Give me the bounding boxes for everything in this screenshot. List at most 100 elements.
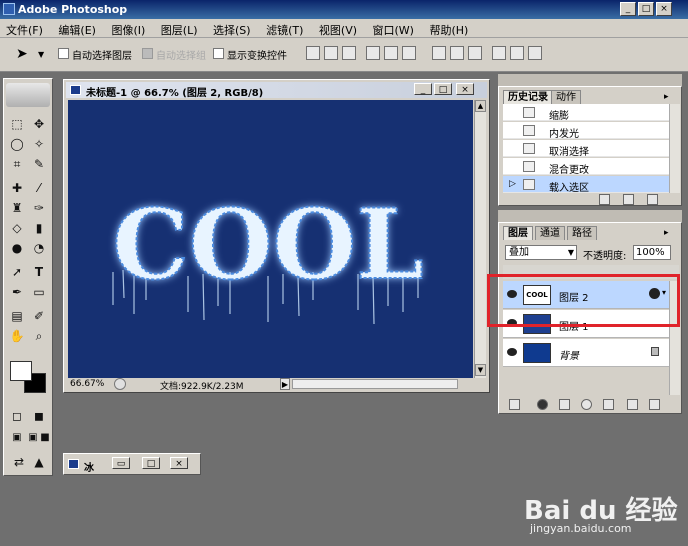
image-canvas[interactable]: COOL COOL	[68, 100, 473, 378]
layer-mask-icon[interactable]	[559, 399, 570, 410]
history-item[interactable]: 内发光	[503, 122, 669, 140]
history-item[interactable]: 缩膨	[503, 104, 669, 122]
new-group-icon[interactable]	[603, 399, 614, 410]
distribute-vcenter-icon[interactable]	[450, 46, 464, 60]
history-delete-icon[interactable]	[647, 194, 658, 205]
show-transform-checkbox[interactable]	[213, 48, 224, 59]
align-bottom-icon[interactable]	[342, 46, 356, 60]
align-hcenter-icon[interactable]	[384, 46, 398, 60]
history-snapshot-icon[interactable]	[599, 194, 610, 205]
scroll-down-icon[interactable]: ▼	[475, 364, 486, 376]
healing-brush-tool-icon[interactable]: ✚	[8, 179, 26, 197]
status-menu-icon[interactable]	[114, 378, 126, 390]
tab-actions[interactable]: 动作	[551, 90, 581, 104]
new-layer-icon[interactable]	[627, 399, 638, 410]
blend-mode-select[interactable]: 叠加 ▼	[505, 245, 577, 260]
doc-close-button[interactable]: ×	[456, 83, 474, 95]
history-menu-icon[interactable]: ▸	[664, 92, 669, 102]
auto-select-group-checkbox[interactable]	[142, 48, 153, 59]
eyedropper-tool-icon[interactable]: ✐	[30, 307, 48, 325]
menu-edit[interactable]: 编辑(E)	[52, 19, 102, 38]
zoom-level[interactable]: 66.67%	[70, 379, 104, 389]
jump-to-imageready-icon[interactable]: ⇄	[10, 453, 28, 471]
status-arrow-icon[interactable]: ▶	[280, 378, 290, 390]
tab-channels[interactable]: 通道	[535, 226, 565, 240]
delete-layer-icon[interactable]	[649, 399, 660, 410]
lasso-tool-icon[interactable]: ◯	[8, 135, 26, 153]
layers-menu-icon[interactable]: ▸	[664, 228, 669, 238]
crop-tool-icon[interactable]: ⌗	[8, 155, 26, 173]
hand-tool-icon[interactable]: ✋	[8, 327, 26, 345]
minimized-document[interactable]: 冰 ▭ □ ×	[63, 453, 201, 475]
gradient-tool-icon[interactable]: ▮	[30, 219, 48, 237]
tab-layers[interactable]: 图层	[503, 226, 533, 240]
link-layers-icon[interactable]	[509, 399, 520, 410]
zoom-tool-icon[interactable]: ⌕	[30, 327, 48, 345]
opacity-input[interactable]: 100%	[633, 245, 671, 260]
distribute-bottom-icon[interactable]	[468, 46, 482, 60]
history-item[interactable]: 取消选择	[503, 140, 669, 158]
menu-view[interactable]: 视图(V)	[313, 19, 363, 38]
maximize-button[interactable]: □	[142, 457, 160, 469]
shape-tool-icon[interactable]: ▭	[30, 283, 48, 301]
move-tool-icon[interactable]: ✥	[30, 115, 48, 133]
brush-tool-icon[interactable]: ⁄	[30, 179, 48, 197]
history-new-doc-icon[interactable]	[623, 194, 634, 205]
maximize-button[interactable]: □	[638, 2, 654, 16]
magic-wand-tool-icon[interactable]: ✧	[30, 135, 48, 153]
screen-mode-black-icon[interactable]: ■	[36, 429, 54, 447]
layer-row[interactable]: 背景	[503, 339, 669, 367]
clone-stamp-tool-icon[interactable]: ♜	[8, 199, 26, 217]
scroll-up-icon[interactable]: ▲	[475, 100, 486, 112]
type-tool-icon[interactable]: T	[30, 263, 48, 281]
history-item[interactable]: 混合更改	[503, 158, 669, 176]
distribute-top-icon[interactable]	[432, 46, 446, 60]
distribute-left-icon[interactable]	[492, 46, 506, 60]
document-title-bar[interactable]: 未标题-1 @ 66.7% (图层 2, RGB/8) _ □ ×	[66, 82, 487, 99]
auto-select-layer-checkbox[interactable]	[58, 48, 69, 59]
restore-button[interactable]: ▭	[112, 457, 130, 469]
tab-paths[interactable]: 路径	[567, 226, 597, 240]
doc-minimize-button[interactable]: _	[414, 83, 432, 95]
menu-filter[interactable]: 滤镜(T)	[260, 19, 309, 38]
eraser-tool-icon[interactable]: ◇	[8, 219, 26, 237]
eye-icon[interactable]	[507, 348, 517, 356]
menu-image[interactable]: 图像(I)	[105, 19, 151, 38]
menu-layer[interactable]: 图层(L)	[155, 19, 204, 38]
align-left-icon[interactable]	[366, 46, 380, 60]
notes-tool-icon[interactable]: ▤	[8, 307, 26, 325]
dodge-tool-icon[interactable]: ◔	[30, 239, 48, 257]
vertical-scrollbar[interactable]: ▲ ▼	[474, 100, 486, 378]
close-button[interactable]: ×	[656, 2, 672, 16]
minimize-button[interactable]: _	[620, 2, 636, 16]
distribute-hcenter-icon[interactable]	[510, 46, 524, 60]
history-scrollbar[interactable]	[669, 104, 680, 193]
horizontal-scrollbar[interactable]	[292, 379, 458, 389]
layer-style-icon[interactable]	[537, 399, 548, 410]
menu-select[interactable]: 选择(S)	[207, 19, 257, 38]
align-vcenter-icon[interactable]	[324, 46, 338, 60]
blur-tool-icon[interactable]: ●	[8, 239, 26, 257]
doc-maximize-button[interactable]: □	[434, 83, 452, 95]
menu-file[interactable]: 文件(F)	[0, 19, 49, 38]
align-right-icon[interactable]	[402, 46, 416, 60]
layer-name[interactable]: 背景	[559, 347, 579, 362]
marquee-tool-icon[interactable]: ⬚	[8, 115, 26, 133]
menu-window[interactable]: 窗口(W)	[367, 19, 420, 38]
standard-mode-icon[interactable]: ◻	[8, 407, 26, 425]
history-brush-tool-icon[interactable]: ✑	[30, 199, 48, 217]
slice-tool-icon[interactable]: ✎	[30, 155, 48, 173]
adjustment-layer-icon[interactable]	[581, 399, 592, 410]
foreground-color-swatch[interactable]	[10, 361, 32, 381]
imageready-icon[interactable]: ▲	[30, 453, 48, 471]
tab-history[interactable]: 历史记录	[503, 90, 553, 104]
align-top-icon[interactable]	[306, 46, 320, 60]
menu-help[interactable]: 帮助(H)	[423, 19, 474, 38]
close-button[interactable]: ×	[170, 457, 188, 469]
tool-preset-chevron-icon[interactable]: ▼	[38, 50, 44, 59]
pen-tool-icon[interactable]: ✒	[8, 283, 26, 301]
history-item-selected[interactable]: ▷ 载入选区	[503, 176, 669, 194]
move-tool-icon[interactable]: ➤	[16, 46, 28, 62]
quick-mask-mode-icon[interactable]: ◼	[30, 407, 48, 425]
distribute-right-icon[interactable]	[528, 46, 542, 60]
